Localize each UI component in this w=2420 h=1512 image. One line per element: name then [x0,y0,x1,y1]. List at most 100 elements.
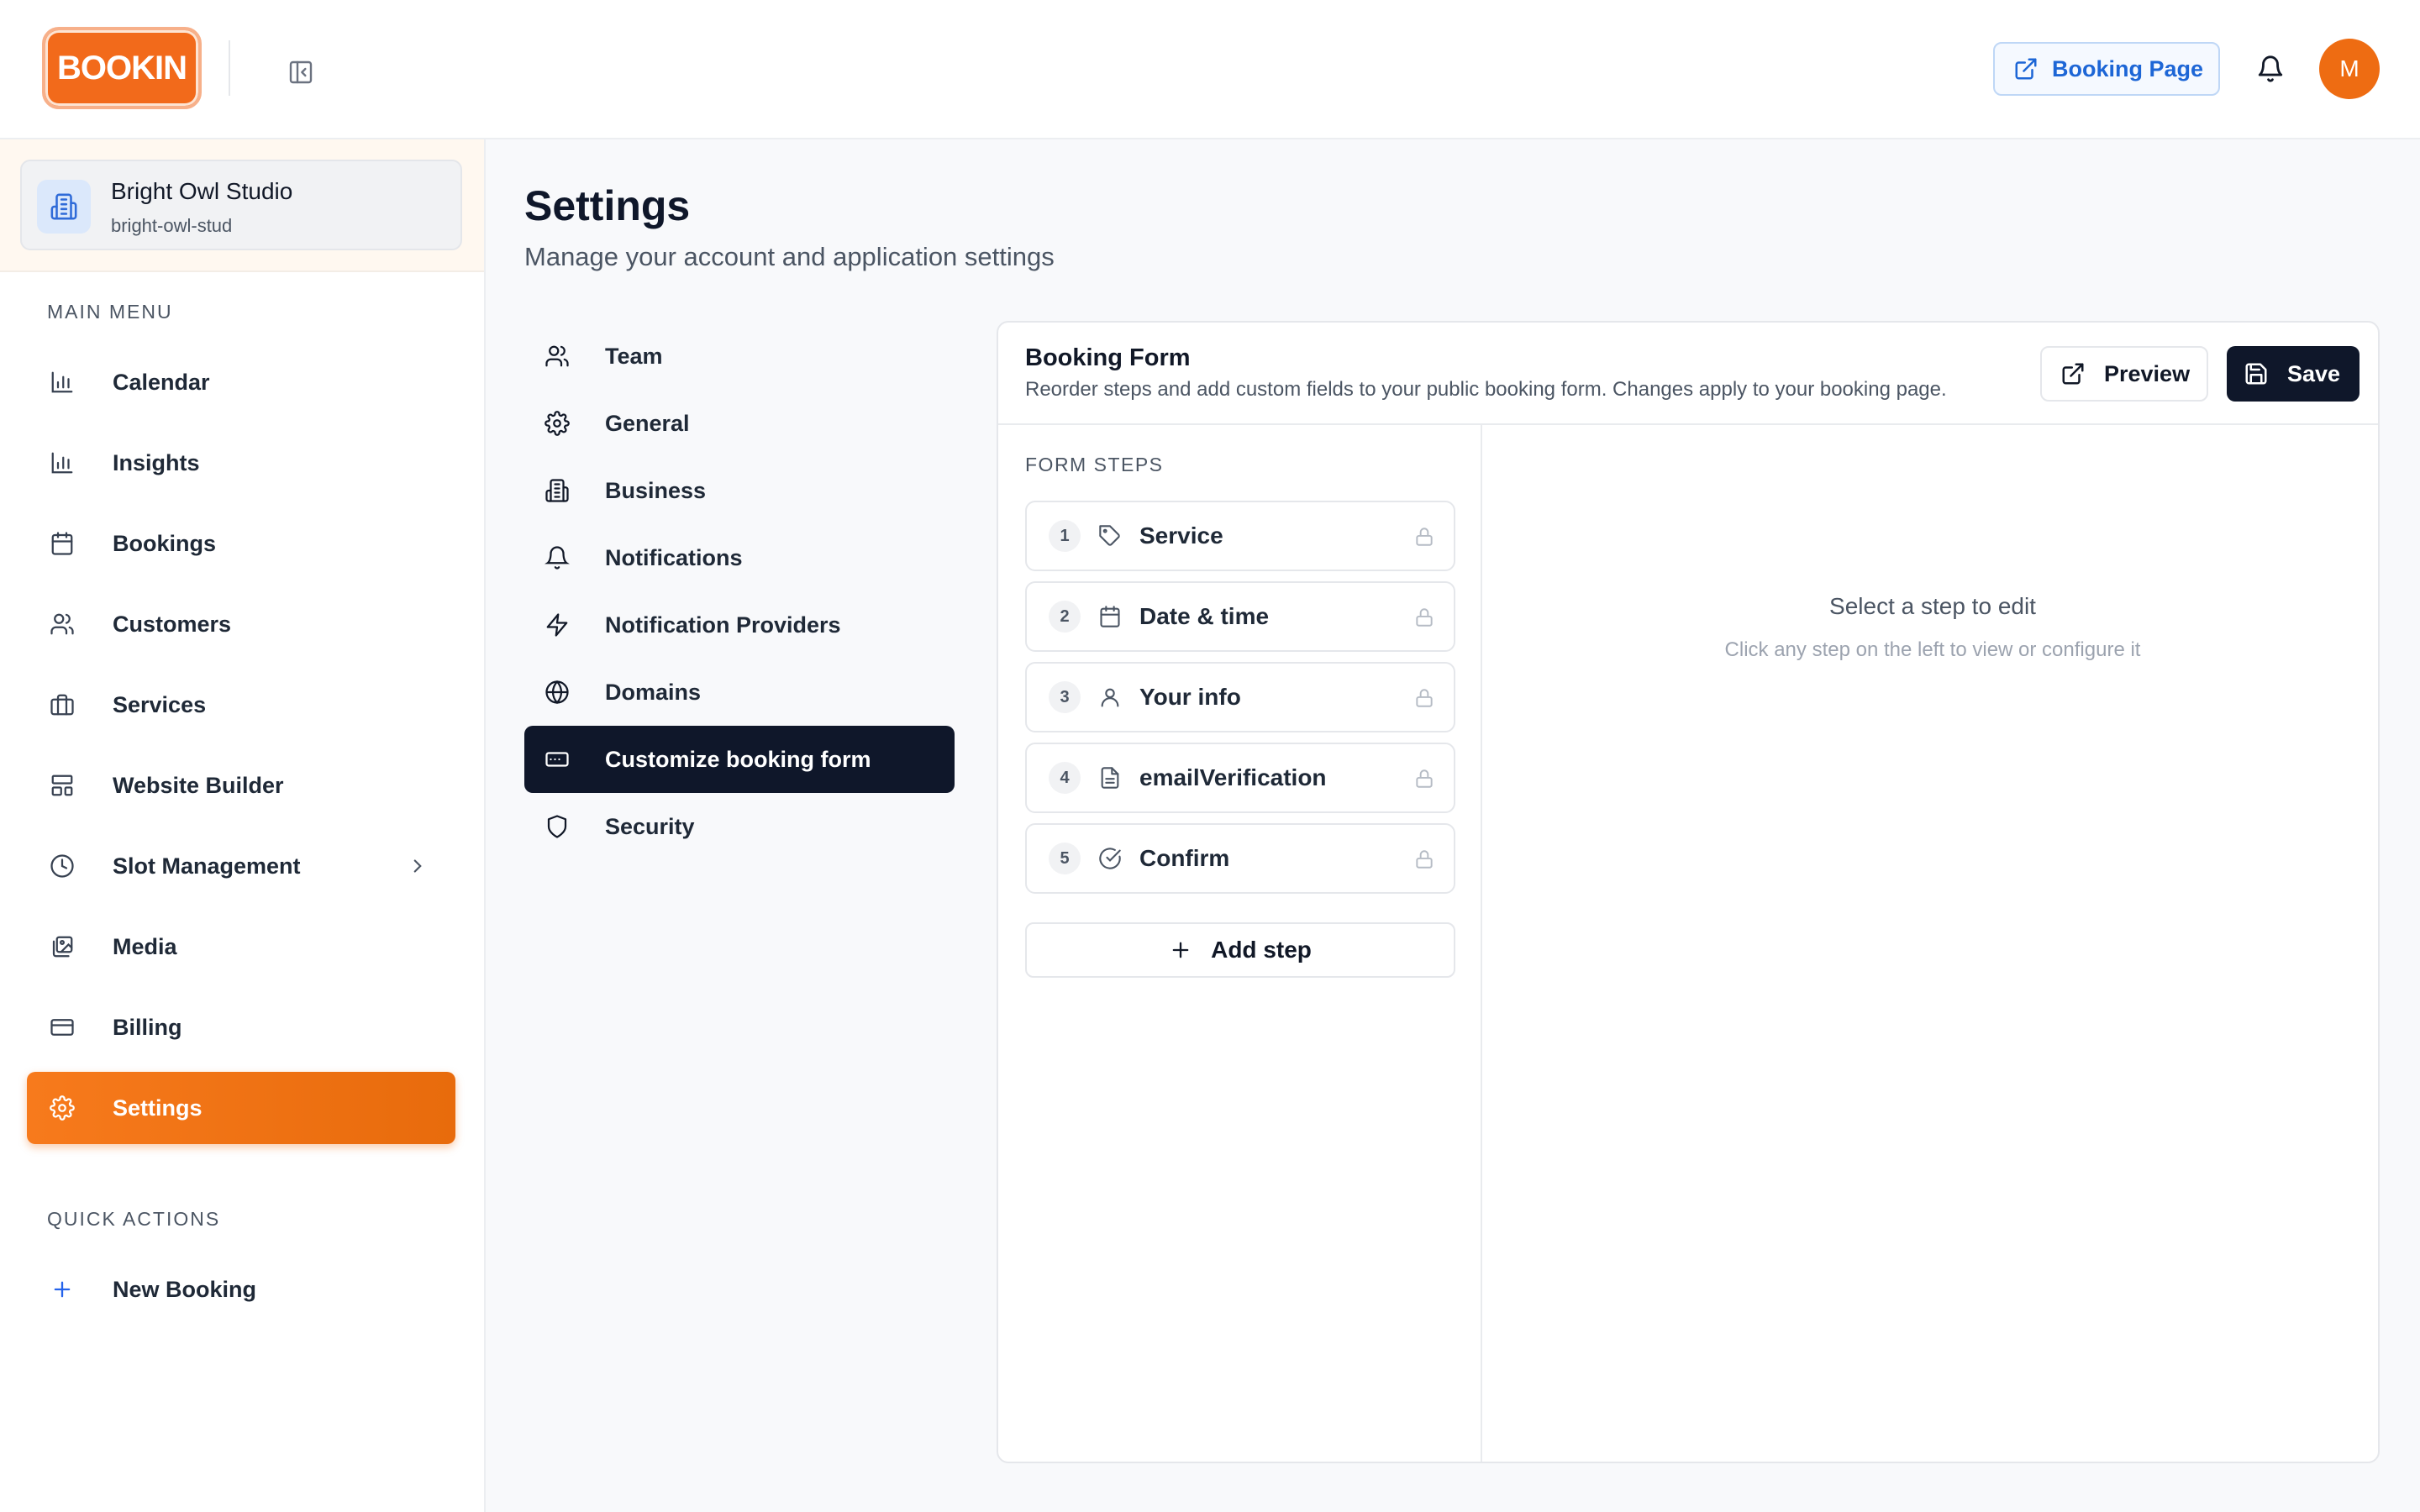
header-divider [229,40,230,96]
user-avatar[interactable]: M [2319,39,2380,99]
external-link-icon [2015,58,2037,80]
page-subtitle: Manage your account and application sett… [524,242,1055,271]
step-label: Confirm [1139,845,1230,871]
settings-tab-label: Customize booking form [605,746,871,772]
settings-tab-team[interactable]: Team [524,323,955,390]
settings-tab-security[interactable]: Security [524,793,955,860]
sidebar-item-media[interactable]: Media [27,911,455,983]
form-step-your-info[interactable]: 3 Your info [1025,662,1455,732]
sidebar-item-bookings[interactable]: Bookings [27,507,455,580]
sidebar-item-label: Insights [113,449,200,475]
step-label: Your info [1139,684,1241,710]
sidebar-item-insights[interactable]: Insights [27,427,455,499]
users-icon [543,342,571,370]
sidebar-item-label: Settings [113,1095,203,1121]
images-icon [47,932,77,962]
sidebar: Bright Owl Studio bright-owl-stud MAIN M… [0,139,486,1512]
external-link-icon [2062,363,2084,385]
sidebar-item-label: Calendar [113,369,210,395]
sidebar-item-label: Billing [113,1014,182,1040]
notifications-bell-icon[interactable] [2252,50,2289,87]
settings-tab-general[interactable]: General [524,390,955,457]
sidebar-item-billing[interactable]: Billing [27,991,455,1063]
bolt-icon [543,611,571,639]
calendar-icon [1097,604,1123,629]
step-editor-area: Select a step to edit Click any step on … [1484,425,2378,1462]
settings-tab-customize-booking-form[interactable]: Customize booking form [524,726,955,793]
sidebar-item-label: Media [113,933,177,959]
booking-page-button[interactable]: Booking Page [1993,42,2220,96]
gear-icon [47,1093,77,1123]
settings-tab-label: Domains [605,679,702,705]
bookin-logo[interactable]: BOOKIN [42,27,202,109]
sidebar-item-customers[interactable]: Customers [27,588,455,660]
sidebar-item-settings[interactable]: Settings [27,1072,455,1144]
bell-icon [543,543,571,572]
sidebar-item-label: Services [113,691,207,717]
add-step-label: Add step [1211,937,1312,963]
step-label: Date & time [1139,603,1270,629]
building-icon [543,476,571,505]
settings-tab-notification-providers[interactable]: Notification Providers [524,591,955,659]
booking-form-panel: Booking Form Reorder steps and add custo… [997,321,2380,1463]
settings-tab-label: Notifications [605,544,743,570]
settings-tab-notifications[interactable]: Notifications [524,524,955,591]
save-button[interactable]: Save [2227,346,2360,402]
check-circle-icon [1097,846,1123,871]
calendar-icon [47,528,77,559]
briefcase-icon [47,690,77,720]
org-slug: bright-owl-stud [111,215,233,236]
sidebar-item-services[interactable]: Services [27,669,455,741]
booking-page-label: Booking Page [2052,55,2204,81]
main-menu-label: MAIN MENU [47,301,173,323]
layout-icon [47,770,77,801]
shield-icon [543,812,571,841]
bar-chart-icon [47,448,77,478]
form-input-icon [543,745,571,774]
top-header: BOOKIN Booking Page M [0,0,2420,139]
new-booking-label: New Booking [113,1276,257,1302]
file-text-icon [1097,765,1123,790]
sidebar-item-website-builder[interactable]: Website Builder [27,749,455,822]
user-icon [1097,685,1123,710]
empty-state-subtitle: Click any step on the left to view or co… [1724,638,2141,661]
settings-tab-domains[interactable]: Domains [524,659,955,726]
step-label: emailVerification [1139,764,1327,790]
org-switcher-area: Bright Owl Studio bright-owl-stud [0,139,484,272]
form-step-email-verification[interactable]: 4 emailVerification [1025,743,1455,813]
form-steps-label: FORM STEPS [1025,454,1164,475]
sidebar-item-label: Bookings [113,530,217,556]
step-number: 3 [1049,681,1081,713]
save-icon [2245,363,2267,385]
preview-button[interactable]: Preview [2040,346,2208,402]
lock-icon [1416,689,1433,707]
lock-icon [1416,850,1433,869]
settings-tab-label: Security [605,813,695,839]
users-icon [47,609,77,639]
settings-tab-label: Notification Providers [605,612,841,638]
page-title: Settings [524,182,691,229]
preview-label: Preview [2104,360,2191,386]
step-number: 1 [1049,520,1081,552]
new-booking-button[interactable]: New Booking [27,1253,455,1326]
sidebar-item-slot-management[interactable]: Slot Management [27,830,455,902]
building-icon [37,180,91,234]
sidebar-item-label: Website Builder [113,772,284,798]
form-step-date-time[interactable]: 2 Date & time [1025,581,1455,652]
sidebar-collapse-icon[interactable] [284,55,318,89]
settings-tab-label: General [605,410,690,436]
sidebar-item-calendar[interactable]: Calendar [27,346,455,418]
clock-icon [47,851,77,881]
empty-state-title: Select a step to edit [1829,593,2036,619]
chevron-right-icon [413,859,422,873]
org-switcher[interactable]: Bright Owl Studio bright-owl-stud [20,160,462,250]
quick-actions-label: QUICK ACTIONS [47,1208,221,1230]
form-step-service[interactable]: 1 Service [1025,501,1455,571]
form-step-confirm[interactable]: 5 Confirm [1025,823,1455,894]
bar-chart-icon [47,367,77,397]
step-number: 2 [1049,601,1081,633]
step-label: Service [1139,522,1223,549]
settings-tab-business[interactable]: Business [524,457,955,524]
add-step-button[interactable]: Add step [1025,922,1455,978]
avatar-initial: M [2339,55,2360,81]
